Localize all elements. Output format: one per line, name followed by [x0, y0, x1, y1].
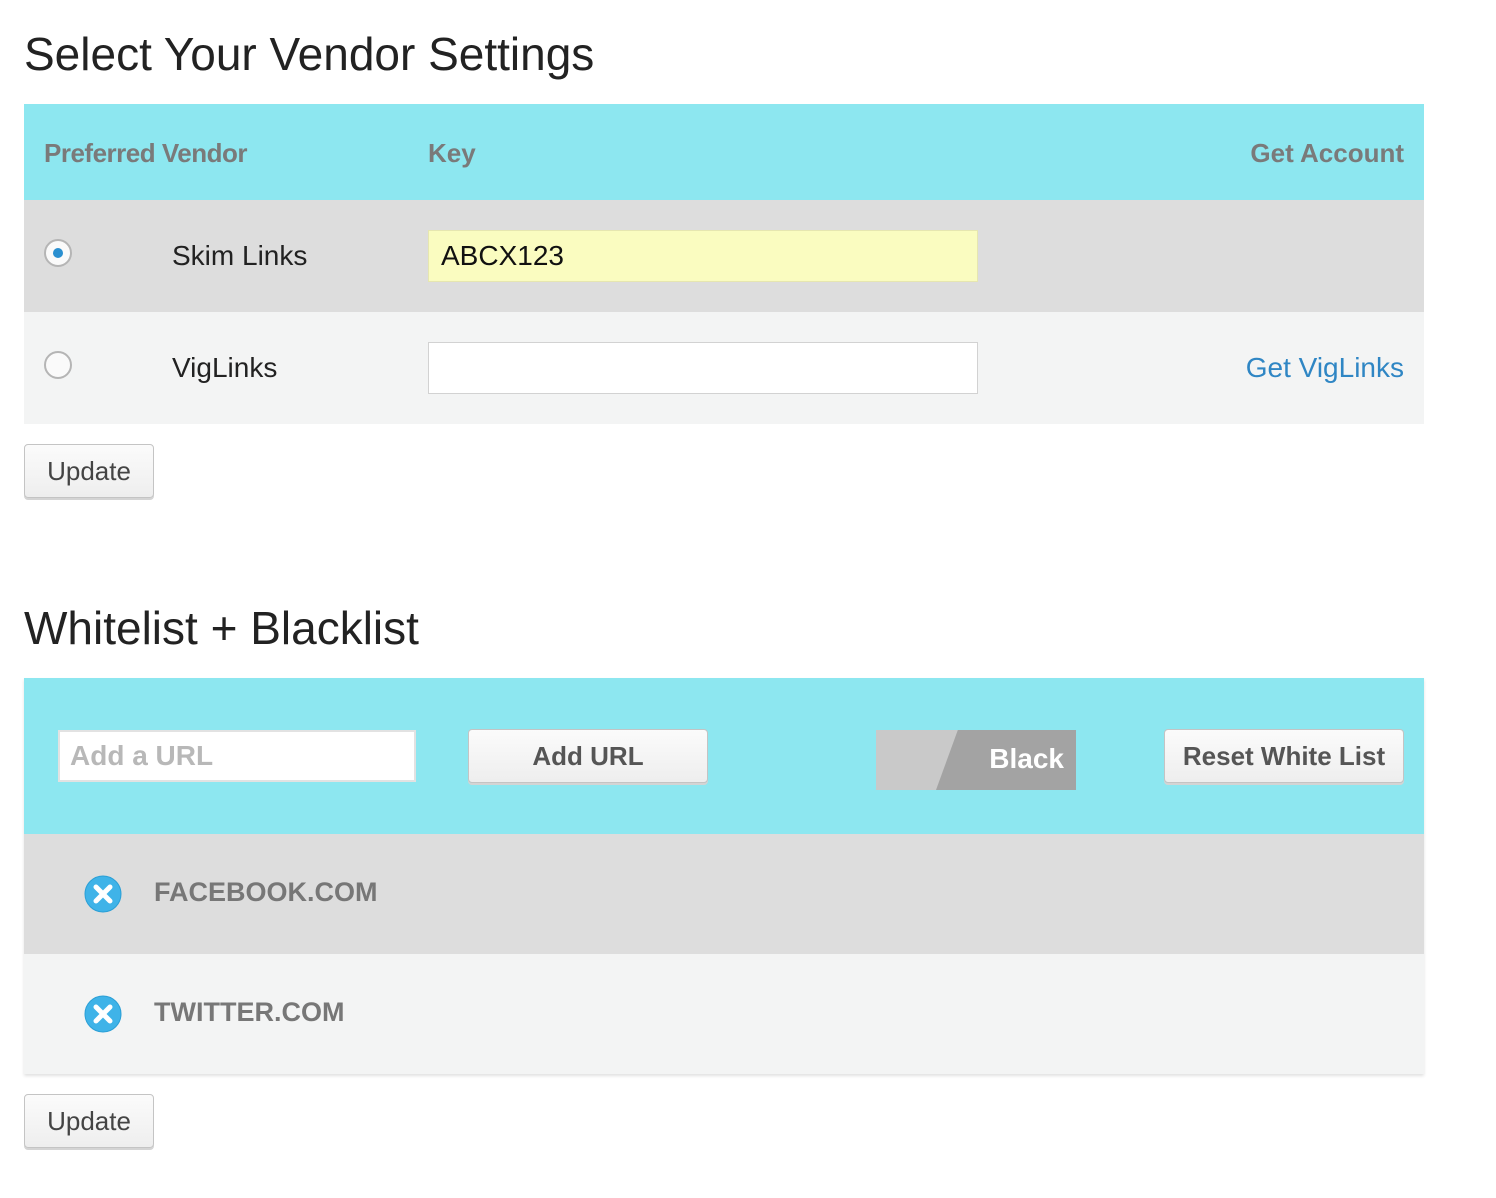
reset-white-list-button[interactable]: Reset White List — [1164, 729, 1404, 783]
vendor-update-button[interactable]: Update — [24, 444, 154, 498]
remove-circle-icon[interactable] — [84, 995, 122, 1033]
key-input-skimlinks[interactable] — [428, 230, 978, 282]
header-preferred-vendor: Preferred Vendor — [44, 138, 247, 168]
remove-circle-icon[interactable] — [84, 875, 122, 913]
add-url-input[interactable] — [58, 730, 416, 782]
url-list-table: Add URL Black Reset White List FACEBOOK.… — [24, 678, 1424, 1074]
list-item: FACEBOOK.COM — [24, 834, 1424, 954]
white-black-list-toggle[interactable]: Black — [876, 730, 1076, 790]
vendor-table: Preferred Vendor Key Get Account Skim Li… — [24, 104, 1424, 424]
vendor-name-skimlinks: Skim Links — [172, 240, 308, 271]
header-get-account: Get Account — [1250, 138, 1404, 168]
vendor-row-skimlinks: Skim Links — [24, 200, 1424, 312]
header-key: Key — [428, 138, 476, 168]
vendor-row-viglinks: VigLinks Get VigLinks — [24, 312, 1424, 424]
list-item: TWITTER.COM — [24, 954, 1424, 1074]
list-item-domain: FACEBOOK.COM — [154, 877, 378, 907]
toggle-label: Black — [989, 743, 1064, 774]
vendor-radio-viglinks[interactable] — [44, 351, 72, 379]
vendor-settings-title: Select Your Vendor Settings — [24, 28, 595, 80]
url-list-toolbar: Add URL Black Reset White List — [24, 678, 1424, 834]
vendor-name-viglinks: VigLinks — [172, 352, 278, 383]
list-update-button[interactable]: Update — [24, 1094, 154, 1148]
key-input-viglinks[interactable] — [428, 342, 978, 394]
add-url-button[interactable]: Add URL — [468, 729, 708, 783]
get-viglinks-link[interactable]: Get VigLinks — [1246, 354, 1404, 382]
vendor-table-header: Preferred Vendor Key Get Account — [24, 104, 1424, 200]
vendor-radio-skimlinks[interactable] — [44, 239, 72, 267]
whitelist-blacklist-title: Whitelist + Blacklist — [24, 602, 419, 654]
list-item-domain: TWITTER.COM — [154, 997, 345, 1027]
